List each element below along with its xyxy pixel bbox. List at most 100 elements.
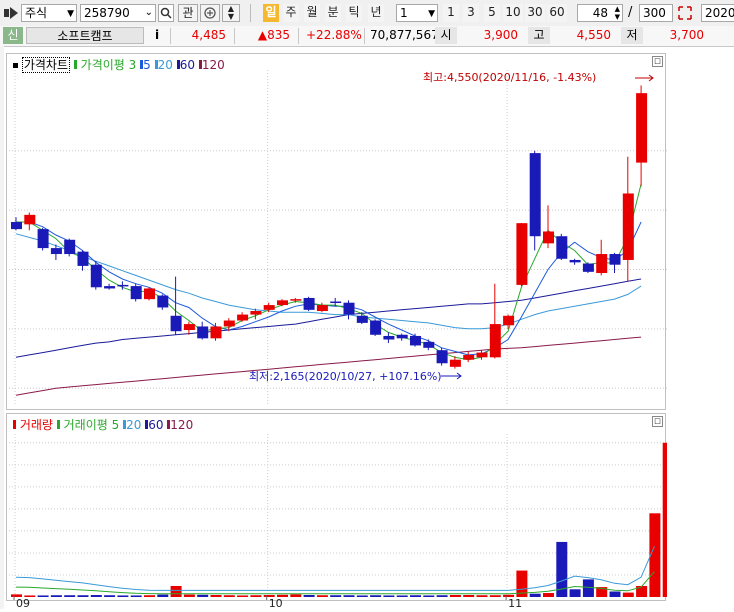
legend-swatch-volume xyxy=(13,420,16,429)
x-tick-label: 09 xyxy=(16,597,30,609)
candle-body xyxy=(383,335,395,340)
candle-body xyxy=(582,263,594,272)
volume-bar xyxy=(662,442,667,597)
chevron-down-icon: ▼ xyxy=(428,9,435,19)
interval-quick-60[interactable]: 60 xyxy=(547,4,567,22)
period-tab-month[interactable]: 월 xyxy=(304,4,320,22)
candle-body xyxy=(170,315,182,332)
price-ma-3: 3 xyxy=(128,58,137,72)
price-chart-panel[interactable]: 2,0002,5003,0003,5004,000 최고:4,550(2020/… xyxy=(6,53,667,410)
code-input-value: 258790 xyxy=(84,6,130,20)
price-ma-label: 가격이평 xyxy=(80,58,125,72)
high-annotation: 최고:4,550(2020/11/16, -1.43%) xyxy=(423,71,596,84)
date-input-value: 2020/ xyxy=(705,6,734,20)
count-input-value: 48 xyxy=(592,6,608,20)
interval-quick-3[interactable]: 3 xyxy=(463,4,479,22)
count-separator: / xyxy=(628,5,633,20)
candle-body xyxy=(50,248,62,255)
volume-chart-svg: 0K10,000K20,000K30,000K40,000K50,000K60,… xyxy=(9,434,667,597)
divider xyxy=(234,28,235,44)
interval-quick-10[interactable]: 10 xyxy=(503,4,523,22)
volume-legend: 거래량 거래이평 5 20 60 120 xyxy=(13,416,193,433)
candle-body xyxy=(609,254,621,265)
search-icon xyxy=(160,7,172,19)
interval-quick-5[interactable]: 5 xyxy=(484,4,500,22)
period-tab-week[interactable]: 주 xyxy=(283,4,299,22)
candle-body xyxy=(90,264,102,288)
candle-body xyxy=(104,286,116,289)
candle-body xyxy=(396,334,408,339)
candle-body xyxy=(290,299,302,301)
candle-body xyxy=(356,315,368,323)
candle-body xyxy=(197,326,209,339)
info-button[interactable]: i xyxy=(148,27,166,44)
candle-body xyxy=(636,93,648,163)
date-input[interactable]: 2020/ xyxy=(701,4,734,22)
candle-body xyxy=(529,153,541,237)
price-change: ▲835 xyxy=(257,28,290,42)
chevron-down-icon: ▼ xyxy=(67,9,74,19)
candle-body xyxy=(343,302,355,315)
divider xyxy=(364,28,365,44)
candle-body xyxy=(423,341,435,348)
count-total-input[interactable]: 300 xyxy=(639,4,673,22)
spin-icon: ▲ ▼ xyxy=(614,5,620,21)
price-chart-title[interactable]: 가격차트 xyxy=(21,57,70,73)
ma120-line xyxy=(15,336,642,396)
candle-body xyxy=(210,326,222,339)
left-gutter xyxy=(0,46,4,609)
price-ma-120: 120 xyxy=(201,58,225,72)
chevron-down-icon: ⌄ xyxy=(144,7,153,18)
candle-body xyxy=(503,315,515,326)
candle-body xyxy=(449,359,461,367)
watch-button[interactable]: 관 xyxy=(178,4,198,22)
candle-body xyxy=(463,354,475,360)
candle-body xyxy=(410,335,421,346)
x-tick-label: 10 xyxy=(269,597,283,609)
link-button[interactable] xyxy=(200,4,220,22)
volume-chart-panel[interactable]: 0K10,000K20,000K30,000K40,000K50,000K60,… xyxy=(6,413,667,601)
candle-body xyxy=(569,259,581,263)
period-tab-day[interactable]: 일 xyxy=(263,4,279,22)
stepper-button[interactable]: ▲ ▼ xyxy=(222,4,240,22)
divider xyxy=(170,28,171,44)
volume-ma-120: 120 xyxy=(170,418,194,432)
chart-type-icon[interactable] xyxy=(3,5,19,21)
fit-icon[interactable] xyxy=(676,4,694,22)
interval-quick-1[interactable]: 1 xyxy=(443,4,459,22)
panel-close-icon[interactable]: □ xyxy=(652,56,663,67)
volume-ma-5: 5 xyxy=(111,418,120,432)
market-select[interactable]: 주식 ▼ xyxy=(21,4,77,22)
period-tab-tick[interactable]: 틱 xyxy=(346,4,362,22)
code-input[interactable]: 258790 ⌄ xyxy=(80,4,156,22)
legend-swatch-ma3 xyxy=(73,60,77,69)
candle-body xyxy=(370,320,382,335)
candle-body xyxy=(37,229,49,249)
interval-select[interactable]: 1 ▼ xyxy=(396,4,438,22)
x-axis: 09 10 11 xyxy=(0,596,734,610)
open-price: 3,900 xyxy=(483,28,518,42)
candle-body xyxy=(64,239,76,255)
candle-body xyxy=(556,236,568,259)
interval-quick-30[interactable]: 30 xyxy=(525,4,545,22)
volume-chart-title[interactable]: 거래량 xyxy=(20,418,53,432)
toolbar-divider xyxy=(250,4,251,22)
high-price: 4,550 xyxy=(576,28,611,42)
search-button[interactable] xyxy=(158,4,174,22)
candle-body xyxy=(596,254,608,274)
open-label: 시 xyxy=(435,27,457,44)
stock-name[interactable]: 소프트캠프 xyxy=(26,27,144,44)
candle-body xyxy=(622,193,634,260)
link-icon xyxy=(204,7,216,19)
period-tab-year[interactable]: 년 xyxy=(368,4,384,22)
candle-body xyxy=(237,314,249,321)
current-price: 4,485 xyxy=(191,28,226,42)
candle-body xyxy=(436,350,448,364)
period-tab-minute[interactable]: 분 xyxy=(325,4,341,22)
count-input[interactable]: 48 ▲ ▼ xyxy=(577,4,623,22)
volume-ma-label: 거래이평 xyxy=(63,418,108,432)
panel-close-icon[interactable]: □ xyxy=(652,416,663,427)
candle-body xyxy=(316,305,328,312)
high-label: 고 xyxy=(528,27,550,44)
candle-body xyxy=(250,311,262,315)
